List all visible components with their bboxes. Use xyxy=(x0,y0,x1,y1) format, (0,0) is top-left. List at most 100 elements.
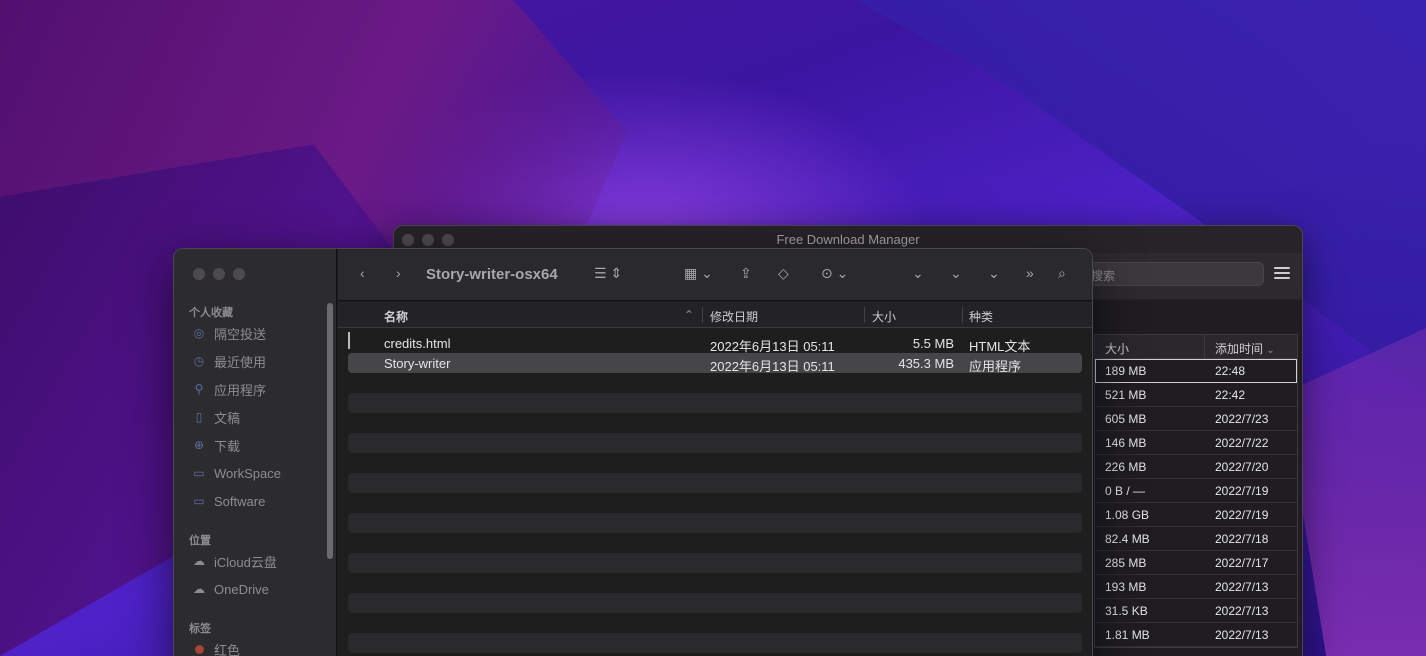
download-added-time: 2022/7/18 xyxy=(1215,532,1269,546)
chevron-down-icon: ⌄ xyxy=(1266,345,1275,356)
list-view-icon[interactable]: ☰ ⇕ xyxy=(594,265,622,282)
fdm-search-input[interactable]: 搜索 xyxy=(1084,262,1264,286)
download-size: 31.5 KB xyxy=(1105,604,1148,618)
finder-sidebar: 个人收藏 ◎ 隔空投送 ◷ 最近使用 ⚲ 应用程序 ▯ 文稿 ⊕ 下载 ▭ WorkSpac… xyxy=(174,249,337,656)
minimize-button[interactable] xyxy=(213,268,225,280)
download-row[interactable]: 226 MB 2022/7/20 xyxy=(1095,455,1297,479)
chevron-down-icon[interactable]: ⌄ xyxy=(988,265,1000,282)
airdrop-icon: ◎ xyxy=(193,326,205,340)
download-added-time: 2022/7/13 xyxy=(1215,580,1269,594)
close-button[interactable] xyxy=(402,234,414,246)
download-added-time: 2022/7/23 xyxy=(1215,412,1269,426)
finder-main: ‹ › Story-writer-osx64 ☰ ⇕ ▦ ⌄ ⇪ ◇ ⊙ ⌄ ⌄… xyxy=(338,249,1092,656)
folder-title: Story-writer-osx64 xyxy=(426,266,558,283)
folder-icon: ▭ xyxy=(193,466,205,480)
applications-icon: ⚲ xyxy=(194,382,204,396)
overflow-icon[interactable]: » xyxy=(1026,265,1034,281)
download-size: 82.4 MB xyxy=(1105,532,1150,546)
sidebar-scrollbar[interactable] xyxy=(327,303,333,559)
download-size: 0 B / — xyxy=(1105,484,1146,498)
fdm-table: 大小 添加时间 ⌄ 189 MB 22:48 521 MB 22:42 605 MB 20… xyxy=(1094,334,1298,648)
finder-window[interactable]: 个人收藏 ◎ 隔空投送 ◷ 最近使用 ⚲ 应用程序 ▯ 文稿 ⊕ 下载 ▭ WorkSpac… xyxy=(173,248,1093,656)
sidebar-item-airdrop[interactable]: ◎ 隔空投送 xyxy=(191,323,266,343)
sidebar-item-onedrive[interactable]: ☁ OneDrive xyxy=(191,579,269,599)
sidebar-item-recents[interactable]: ◷ 最近使用 xyxy=(191,351,266,371)
fdm-window-title: Free Download Manager xyxy=(776,231,920,247)
download-row[interactable]: 521 MB 22:42 xyxy=(1095,383,1297,407)
close-button[interactable] xyxy=(193,268,205,280)
column-header-modified[interactable]: 修改日期 xyxy=(710,308,758,325)
download-row[interactable]: 605 MB 2022/7/23 xyxy=(1095,407,1297,431)
file-row-credits[interactable]: credits.html 2022年6月13日 05:11 5.5 MB HTM… xyxy=(348,332,1082,354)
download-size: 226 MB xyxy=(1105,460,1147,474)
download-added-time: 22:42 xyxy=(1215,388,1246,402)
sidebar-section-tags: 标签 xyxy=(189,623,211,635)
clock-icon: ◷ xyxy=(193,354,205,368)
fdm-window-controls xyxy=(402,234,454,246)
download-row[interactable]: 1.08 GB 2022/7/19 xyxy=(1095,503,1297,527)
column-header-size[interactable]: 大小 xyxy=(872,308,896,325)
download-added-time: 2022/7/17 xyxy=(1215,556,1269,570)
file-row-story-writer[interactable]: Story-writer 2022年6月13日 05:11 435.3 MB 应… xyxy=(348,353,1082,374)
download-added-time: 2022/7/19 xyxy=(1215,508,1269,522)
fdm-table-header: 大小 添加时间 ⌄ xyxy=(1095,335,1297,359)
group-icon[interactable]: ▦ ⌄ xyxy=(684,265,713,282)
sidebar-item-tag-red[interactable]: 红色 xyxy=(191,639,240,656)
column-header-name[interactable]: 名称 xyxy=(384,308,408,325)
download-added-time: 2022/7/13 xyxy=(1215,628,1269,642)
minimize-button[interactable] xyxy=(422,234,434,246)
download-size: 1.81 MB xyxy=(1105,628,1150,642)
sidebar-item-software[interactable]: ▭ Software xyxy=(191,491,265,511)
download-added-time: 22:48 xyxy=(1215,364,1246,378)
sidebar-item-icloud[interactable]: ☁ iCloud云盘 xyxy=(191,551,277,571)
tag-icon[interactable]: ◇ xyxy=(778,265,789,282)
zoom-button[interactable] xyxy=(233,268,245,280)
column-header-size[interactable]: 大小 xyxy=(1095,335,1205,358)
download-row[interactable]: 1.81 MB 2022/7/13 xyxy=(1095,623,1297,647)
hamburger-menu-icon[interactable] xyxy=(1274,267,1290,281)
download-size: 1.08 GB xyxy=(1105,508,1150,522)
download-row[interactable]: 31.5 KB 2022/7/13 xyxy=(1095,599,1297,623)
download-size: 189 MB xyxy=(1105,364,1147,378)
red-tag-icon xyxy=(191,641,207,656)
download-row[interactable]: 285 MB 2022/7/17 xyxy=(1095,551,1297,575)
download-row[interactable]: 193 MB 2022/7/13 xyxy=(1095,575,1297,599)
more-actions-icon[interactable]: ⊙ ⌄ xyxy=(821,265,848,282)
folder-icon: ▭ xyxy=(193,494,205,508)
forward-icon[interactable]: › xyxy=(396,265,401,281)
download-row[interactable]: 0 B / — 2022/7/19 xyxy=(1095,479,1297,503)
sidebar-section-locations: 位置 xyxy=(189,535,211,547)
sort-ascending-icon: ⌃ xyxy=(684,308,695,322)
column-header-added[interactable]: 添加时间 ⌄ xyxy=(1205,335,1297,358)
zoom-button[interactable] xyxy=(442,234,454,246)
download-row[interactable]: 82.4 MB 2022/7/18 xyxy=(1095,527,1297,551)
cloud-icon: ☁ xyxy=(193,554,205,568)
html-file-icon xyxy=(348,332,350,349)
sidebar-item-workspace[interactable]: ▭ WorkSpace xyxy=(191,463,281,483)
finder-toolbar: ‹ › Story-writer-osx64 ☰ ⇕ ▦ ⌄ ⇪ ◇ ⊙ ⌄ ⌄… xyxy=(338,249,1092,301)
download-size: 285 MB xyxy=(1105,556,1147,570)
download-added-time: 2022/7/19 xyxy=(1215,484,1269,498)
sidebar-section-favorites: 个人收藏 xyxy=(189,307,233,319)
download-row[interactable]: 189 MB 22:48 xyxy=(1095,359,1297,383)
sidebar-item-downloads[interactable]: ⊕ 下载 xyxy=(191,435,240,455)
chevron-down-icon[interactable]: ⌄ xyxy=(950,265,962,282)
sidebar-item-documents[interactable]: ▯ 文稿 xyxy=(191,407,240,427)
back-icon[interactable]: ‹ xyxy=(360,265,365,281)
download-icon: ⊕ xyxy=(193,438,205,452)
download-added-time: 2022/7/13 xyxy=(1215,604,1269,618)
download-row[interactable]: 146 MB 2022/7/22 xyxy=(1095,431,1297,455)
finder-window-controls xyxy=(193,268,245,280)
document-icon: ▯ xyxy=(195,410,203,424)
column-header-kind[interactable]: 种类 xyxy=(969,308,993,325)
download-size: 605 MB xyxy=(1105,412,1147,426)
download-size: 521 MB xyxy=(1105,388,1147,402)
download-size: 193 MB xyxy=(1105,580,1147,594)
column-header: 名称 ⌃ 修改日期 大小 种类 xyxy=(338,302,1092,328)
search-icon[interactable]: ⌕ xyxy=(1058,265,1066,282)
download-added-time: 2022/7/22 xyxy=(1215,436,1269,450)
share-icon[interactable]: ⇪ xyxy=(740,265,752,282)
sidebar-item-applications[interactable]: ⚲ 应用程序 xyxy=(191,379,266,399)
chevron-down-icon[interactable]: ⌄ xyxy=(912,265,924,282)
cloud-icon: ☁ xyxy=(193,582,205,596)
